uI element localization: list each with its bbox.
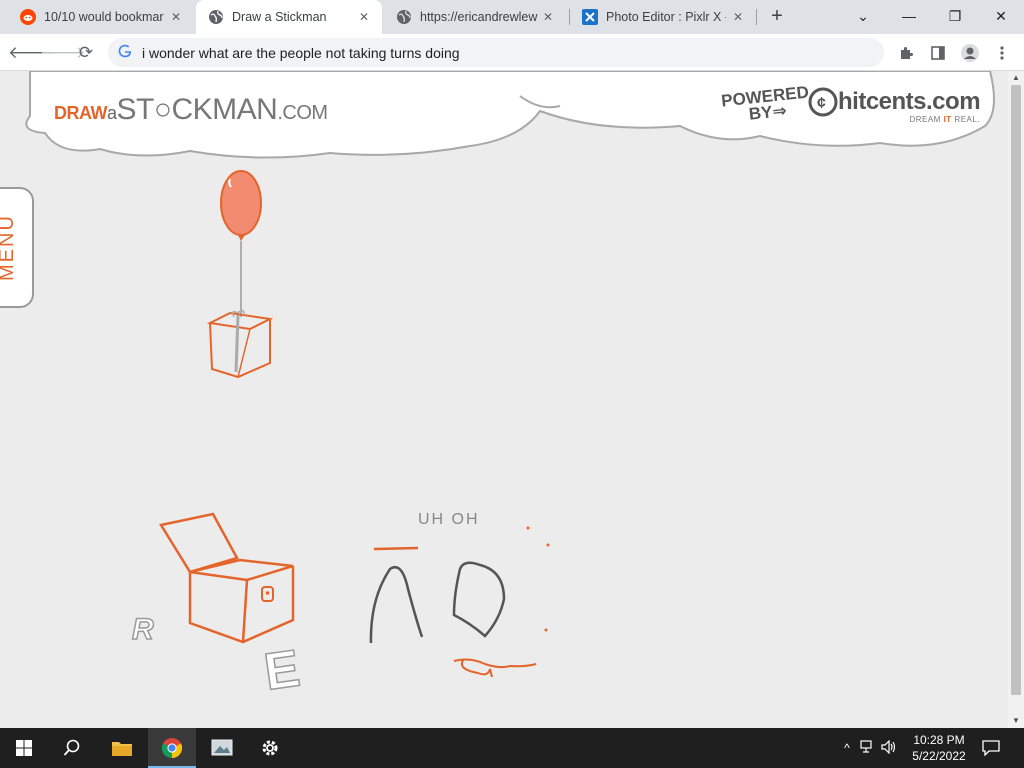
tab-reddit[interactable]: 10/10 would bookmark ✕ — [8, 0, 194, 34]
search-button[interactable] — [48, 728, 96, 768]
system-clock[interactable]: 10:28 PM 5/22/2022 — [905, 732, 973, 764]
google-icon — [118, 44, 132, 61]
omnibox-text: i wonder what are the people not taking … — [142, 44, 460, 61]
volume-icon[interactable] — [878, 739, 900, 757]
gear-icon — [262, 740, 278, 756]
side-panel-icon[interactable] — [924, 39, 952, 67]
page-scrollbar[interactable]: ▲ ▼ — [1008, 71, 1024, 728]
tab-separator — [756, 9, 757, 25]
hitcents-name: hitcents.com — [838, 88, 981, 115]
globe-icon — [396, 9, 412, 25]
letter-r-block[interactable]: R — [128, 609, 168, 649]
network-icon[interactable] — [856, 739, 878, 757]
file-explorer-button[interactable] — [98, 728, 146, 768]
game-canvas[interactable]: DRAWaST○CKMAN.COM POWERED BY⇒ ¢ hitcents… — [0, 71, 1008, 728]
open-treasure-chest[interactable] — [155, 508, 305, 653]
start-button[interactable] — [0, 728, 48, 768]
close-icon[interactable]: ✕ — [540, 9, 556, 25]
chevron-up-icon[interactable]: ^ — [838, 741, 856, 755]
close-icon[interactable]: ✕ — [730, 9, 746, 25]
stickman-drawing-scene[interactable] — [360, 519, 560, 689]
extensions-icon[interactable] — [892, 39, 920, 67]
tab-search-chevron-icon[interactable]: ⌄ — [840, 0, 886, 34]
chrome-taskbar-button[interactable] — [148, 728, 196, 768]
minimize-button[interactable]: — — [886, 0, 932, 34]
site-logo[interactable]: DRAWaST○CKMAN.COM — [54, 93, 328, 127]
balloon-gift[interactable] — [200, 167, 290, 387]
back-button[interactable]: 🡐 — [8, 39, 54, 67]
reload-button[interactable]: ⟳ — [72, 39, 100, 67]
search-icon — [63, 739, 80, 756]
tab-draw-a-stickman[interactable]: Draw a Stickman ✕ — [196, 0, 382, 34]
tab-title: https://ericandrewlewis — [420, 10, 538, 24]
address-bar[interactable]: i wonder what are the people not taking … — [108, 38, 884, 67]
window-close-button[interactable]: ✕ — [978, 0, 1024, 34]
logo-a: a — [107, 103, 117, 123]
close-icon[interactable]: ✕ — [356, 9, 372, 25]
tab-strip: 10/10 would bookmark ✕ Draw a Stickman ✕… — [0, 0, 1024, 34]
clock-date: 5/22/2022 — [912, 749, 966, 763]
profile-avatar-icon[interactable] — [956, 39, 984, 67]
globe-icon — [208, 9, 224, 25]
logo-stickman: ST○CKMAN — [116, 93, 278, 126]
tab-title: Draw a Stickman — [232, 10, 327, 24]
scroll-down-icon[interactable]: ▼ — [1008, 714, 1024, 728]
settings-taskbar-button[interactable] — [246, 728, 294, 768]
forward-button[interactable]: 🡒 — [40, 39, 86, 67]
folder-icon — [112, 742, 132, 756]
menu-label: MENU — [0, 214, 18, 281]
pixlr-icon — [582, 9, 598, 25]
logo-draw: DRAW — [54, 103, 108, 123]
windows-taskbar: ^ 10:28 PM 5/22/2022 — [0, 728, 1024, 768]
reddit-icon — [20, 9, 36, 25]
menu-button[interactable]: MENU — [0, 187, 34, 308]
image-viewer-icon — [211, 739, 233, 756]
tab-ericandrewlewis[interactable]: https://ericandrewlewis ✕ — [384, 0, 566, 34]
clock-time: 10:28 PM — [913, 733, 965, 747]
notification-icon — [982, 740, 1000, 756]
more-menu-icon[interactable] — [988, 39, 1016, 67]
browser-toolbar: 🡐 🡒 ⟳ i wonder what are the people not t… — [0, 34, 1024, 71]
windows-icon — [16, 740, 32, 756]
photos-taskbar-button[interactable] — [198, 728, 246, 768]
svg-text:E: E — [261, 639, 303, 697]
system-tray: ^ — [838, 728, 900, 768]
scroll-up-icon[interactable]: ▲ — [1008, 71, 1024, 85]
notifications-button[interactable] — [968, 728, 1014, 768]
svg-text:¢: ¢ — [817, 95, 826, 112]
svg-text:R: R — [132, 613, 154, 646]
letter-e-block[interactable]: E — [258, 635, 314, 697]
tab-title: Photo Editor : Pixlr X - — [606, 10, 726, 24]
hitcents-logo[interactable]: ¢ hitcents.com DREAM IT REAL. — [808, 87, 981, 124]
restore-button[interactable]: ❐ — [932, 0, 978, 34]
new-tab-button[interactable]: + — [766, 6, 788, 28]
logo-com: .COM — [277, 102, 328, 124]
hitcents-icon: ¢ — [808, 87, 838, 117]
tab-pixlr[interactable]: Photo Editor : Pixlr X - ✕ — [570, 0, 756, 34]
close-icon[interactable]: ✕ — [168, 9, 184, 25]
chrome-icon — [161, 738, 183, 759]
scrollbar-thumb[interactable] — [1011, 85, 1021, 695]
tab-title: 10/10 would bookmark — [44, 10, 164, 24]
